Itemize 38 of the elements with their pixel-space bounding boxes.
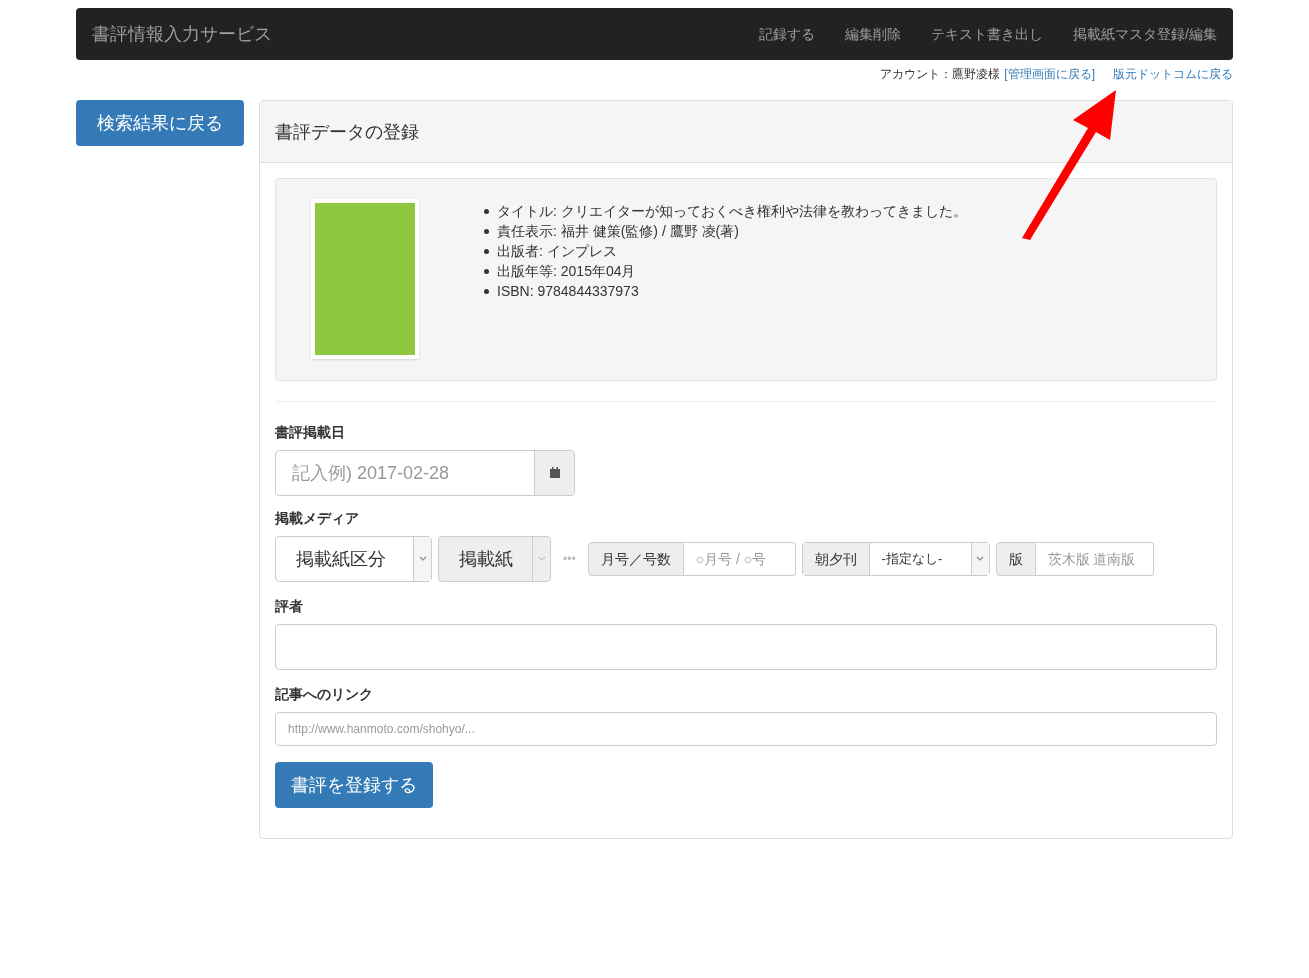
home-link[interactable]: 版元ドットコムに戻る	[1113, 66, 1233, 82]
book-detail: タイトル: クリエイターが知っておくべき権利や法律を教わってきました。	[497, 202, 967, 221]
reviewer-field[interactable]	[275, 624, 1217, 670]
bullet-icon	[484, 208, 489, 214]
back-button[interactable]: 検索結果に戻る	[76, 100, 244, 146]
ellipsis-text: •••	[563, 551, 576, 567]
issue-field[interactable]: ○月号 / ○号	[683, 542, 796, 576]
field-label: 書評掲載日	[275, 423, 345, 442]
panel-title: 書評データの登録	[275, 120, 419, 144]
book-detail: 責任表示: 福井 健策(監修) / 鷹野 凌(著)	[497, 222, 739, 241]
date-input-group[interactable]: 記入例) 2017-02-28	[275, 450, 575, 496]
nav-link[interactable]: 記録する	[759, 24, 816, 44]
date-field[interactable]: 記入例) 2017-02-28	[276, 451, 534, 495]
edition-field[interactable]: 茨木版 道南版	[1035, 542, 1154, 576]
nav-link[interactable]: テキスト書き出し	[931, 24, 1044, 44]
field-label: 評者	[275, 597, 303, 616]
book-detail: ISBN: 9784844337973	[497, 282, 639, 301]
caret-icon	[537, 556, 546, 562]
bullet-icon	[484, 248, 489, 254]
book-detail: 出版者: インプレス	[497, 242, 617, 261]
edition-label: 版	[995, 542, 1036, 576]
caret-icon	[418, 556, 427, 562]
calendar-icon	[548, 467, 561, 479]
bullet-icon	[484, 268, 489, 274]
issue-label: 月号／号数	[587, 542, 684, 576]
brand-link[interactable]: 書評情報入力サービス	[92, 20, 272, 48]
nav-link[interactable]: 掲載紙マスタ登録/編集	[1073, 24, 1217, 44]
submit-button[interactable]: 書評を登録する	[275, 762, 433, 808]
field-label: 掲載メディア	[275, 509, 359, 528]
nav-link[interactable]: 編集削除	[845, 24, 902, 44]
account-label: アカウント：鷹野凌様	[880, 66, 1001, 82]
field-label: 記事へのリンク	[275, 685, 373, 704]
bullet-icon	[484, 288, 489, 294]
admin-link[interactable]: [管理画面に戻る]	[1004, 66, 1095, 82]
book-detail: 出版年等: 2015年04月	[497, 262, 636, 281]
bullet-icon	[484, 228, 489, 234]
category-select[interactable]: 掲載紙区分	[275, 536, 432, 582]
link-field[interactable]: http://www.hanmoto.com/shohyo/...	[275, 712, 1217, 746]
